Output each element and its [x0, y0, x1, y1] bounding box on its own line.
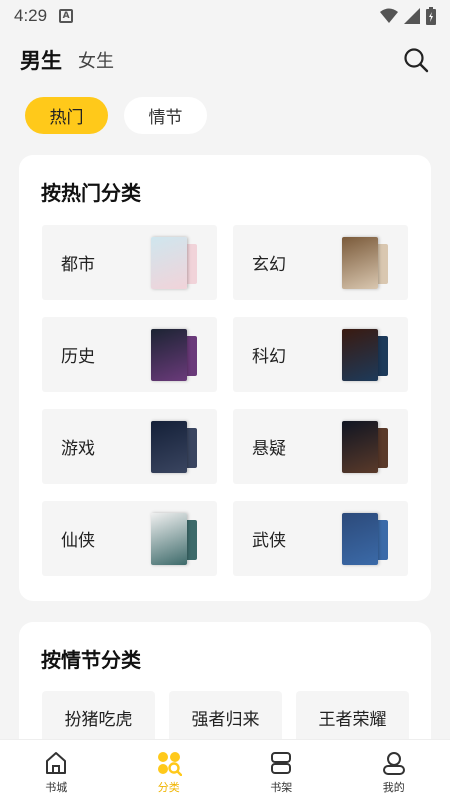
- book-cover-front: [151, 513, 187, 565]
- book-covers: [342, 513, 388, 565]
- category-label: 玄幻: [252, 255, 286, 275]
- category-item[interactable]: 武侠: [233, 501, 408, 576]
- book-covers: [151, 329, 197, 381]
- filter-pills: 热门 情节: [25, 97, 207, 134]
- category-label: 悬疑: [252, 439, 286, 459]
- book-covers: [342, 421, 388, 473]
- book-covers: [151, 237, 197, 289]
- category-item[interactable]: 都市: [42, 225, 217, 300]
- category-item[interactable]: 游戏: [42, 409, 217, 484]
- battery-icon: [426, 7, 436, 25]
- search-button[interactable]: [402, 46, 430, 74]
- category-label: 历史: [61, 347, 95, 367]
- nav-item-category[interactable]: 分类: [113, 740, 226, 801]
- book-covers: [342, 237, 388, 289]
- category-item[interactable]: 科幻: [233, 317, 408, 392]
- bookshelf-icon: [268, 750, 294, 776]
- category-label: 武侠: [252, 531, 286, 551]
- category-item[interactable]: 玄幻: [233, 225, 408, 300]
- book-covers: [342, 329, 388, 381]
- book-cover-front: [342, 513, 378, 565]
- nav-label: 书城: [45, 781, 68, 794]
- category-label: 都市: [61, 255, 95, 275]
- nav-item-home[interactable]: 书城: [0, 740, 113, 801]
- top-header: 男生 女生: [0, 40, 450, 80]
- category-icon: [156, 750, 182, 776]
- pill-hot[interactable]: 热门: [25, 97, 108, 134]
- category-grid: 都市 玄幻历史 科幻游戏 悬疑仙侠 武侠: [42, 225, 408, 576]
- status-time: 4:29: [14, 6, 48, 25]
- plot-tag-row: 扮猪吃虎 强者归来 王者荣耀: [42, 691, 409, 743]
- signal-icon: [404, 8, 420, 24]
- plot-tag[interactable]: 扮猪吃虎: [42, 691, 155, 743]
- bottom-navigation: 书城 分类 书架 我的: [0, 739, 450, 801]
- status-bar: 4:29 A: [0, 0, 450, 32]
- tab-female[interactable]: 女生: [78, 47, 114, 73]
- book-cover-front: [151, 421, 187, 473]
- category-label: 仙侠: [61, 531, 95, 551]
- a-icon: A: [59, 9, 74, 23]
- category-item[interactable]: 历史: [42, 317, 217, 392]
- nav-label: 分类: [157, 781, 180, 794]
- book-cover-front: [342, 421, 378, 473]
- book-cover-front: [151, 329, 187, 381]
- nav-item-bookshelf[interactable]: 书架: [225, 740, 338, 801]
- status-indicators: [380, 7, 436, 25]
- tab-male[interactable]: 男生: [20, 45, 62, 75]
- plot-tag[interactable]: 强者归来: [169, 691, 282, 743]
- category-item[interactable]: 仙侠: [42, 501, 217, 576]
- category-item[interactable]: 悬疑: [233, 409, 408, 484]
- book-cover-front: [342, 329, 378, 381]
- book-covers: [151, 421, 197, 473]
- book-covers: [151, 513, 197, 565]
- hot-categories-card: 按热门分类 都市 玄幻历史 科幻游戏 悬疑仙侠 武侠: [19, 155, 431, 601]
- hot-section-title: 按热门分类: [41, 181, 141, 205]
- plot-tag[interactable]: 王者荣耀: [296, 691, 409, 743]
- nav-item-profile[interactable]: 我的: [338, 740, 450, 801]
- profile-icon: [381, 750, 407, 776]
- wifi-icon: [380, 8, 398, 23]
- home-icon: [43, 750, 69, 776]
- search-icon: [404, 48, 429, 73]
- category-label: 游戏: [61, 439, 95, 459]
- category-label: 科幻: [252, 347, 286, 367]
- nav-label: 我的: [382, 781, 405, 794]
- plot-section-title: 按情节分类: [41, 648, 141, 672]
- book-cover-front: [151, 237, 187, 289]
- nav-label: 书架: [270, 781, 293, 794]
- pill-plot[interactable]: 情节: [124, 97, 207, 134]
- book-cover-front: [342, 237, 378, 289]
